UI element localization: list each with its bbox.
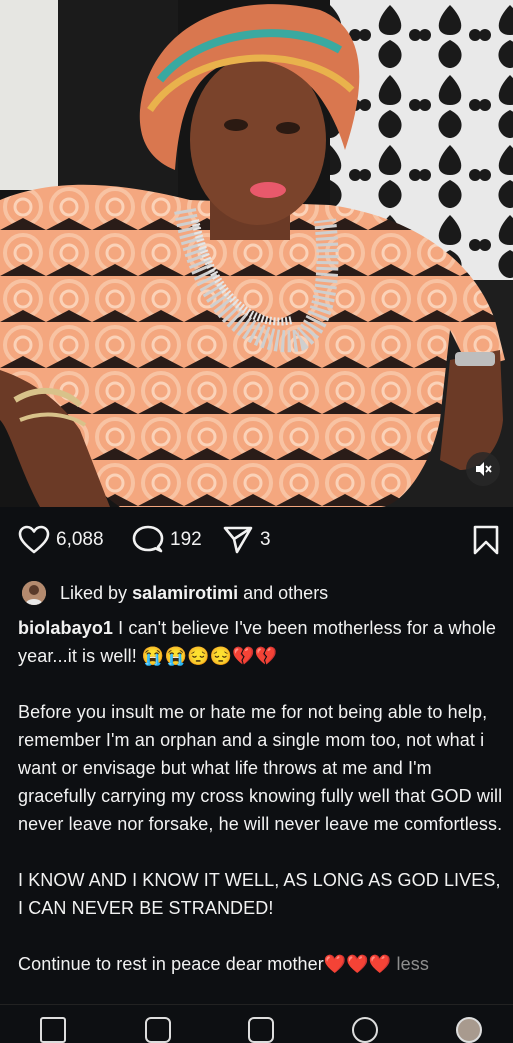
liked-by-prefix: Liked by <box>60 582 128 603</box>
like-button[interactable]: 6,088 <box>18 525 104 555</box>
comment-count[interactable]: 192 <box>170 529 202 551</box>
photo-illustration <box>0 0 513 507</box>
less-link[interactable]: less <box>397 954 429 974</box>
send-icon <box>223 526 253 554</box>
share-button[interactable]: 3 <box>222 525 271 555</box>
bookmark-icon <box>473 525 499 555</box>
post-action-bar: 6,088 192 3 <box>0 507 513 577</box>
search-icon[interactable] <box>145 1017 171 1043</box>
liked-by-line[interactable]: Liked by salamirotimi and others <box>22 580 492 606</box>
heart-icon <box>18 525 50 554</box>
liked-by-suffix[interactable]: and others <box>243 583 328 604</box>
save-button[interactable] <box>472 525 500 555</box>
caption-paragraph-4: Continue to rest in peace dear mother❤️❤… <box>18 954 392 974</box>
comment-icon <box>132 525 164 553</box>
share-count: 3 <box>260 529 271 550</box>
caption-paragraph-2: Before you insult me or hate me for not … <box>18 702 503 834</box>
caption-paragraph-3: I KNOW AND I KNOW IT WELL, AS LONG AS GO… <box>18 870 501 918</box>
bottom-navigation <box>0 1005 513 1043</box>
liker-avatar[interactable] <box>22 581 46 605</box>
muted-speaker-icon <box>476 462 492 476</box>
liked-by-user[interactable]: salamirotimi <box>132 583 238 604</box>
like-count[interactable]: 6,088 <box>56 529 104 551</box>
reels-icon[interactable] <box>248 1017 274 1043</box>
home-icon[interactable] <box>40 1017 66 1043</box>
post-photo[interactable] <box>0 0 513 507</box>
comment-button[interactable]: 192 <box>132 525 202 555</box>
profile-avatar-icon[interactable] <box>456 1017 482 1043</box>
post-caption: biolabayo1 I can't believe I've been mot… <box>18 614 506 978</box>
shop-icon[interactable] <box>352 1017 378 1043</box>
avatar-image <box>22 581 46 605</box>
mute-toggle-button[interactable] <box>466 452 500 486</box>
caption-username[interactable]: biolabayo1 <box>18 618 113 638</box>
